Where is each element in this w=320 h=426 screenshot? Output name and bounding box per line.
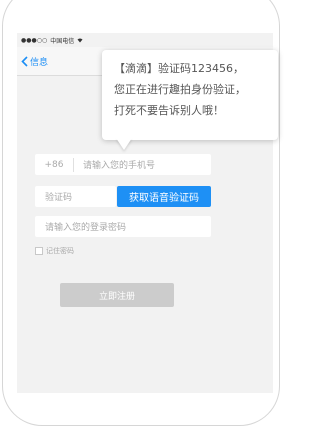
- remember-label: 记住密码: [46, 247, 74, 255]
- password-input-placeholder: 请输入您的登录密码: [45, 223, 127, 233]
- remember-checkbox[interactable]: [35, 247, 43, 255]
- verification-code-field[interactable]: 验证码: [35, 186, 116, 207]
- sms-line-3: 打死不要告诉别人哦！: [114, 104, 224, 117]
- bubble-tail: [116, 138, 132, 150]
- sms-line-2: 您正在进行趣拍身份验证，: [114, 83, 246, 96]
- carrier-label: 中国电信: [50, 37, 75, 45]
- divider: [73, 157, 74, 172]
- code-input-placeholder: 验证码: [45, 193, 73, 203]
- chevron-left-icon: [21, 55, 28, 67]
- sms-line-1: 【滴滴】验证码123456，: [114, 62, 244, 75]
- password-field[interactable]: 请输入您的登录密码: [35, 216, 211, 237]
- sms-notification-bubble: 【滴滴】验证码123456， 您正在进行趣拍身份验证， 打死不要告诉别人哦！: [102, 50, 278, 140]
- remember-password[interactable]: 记住密码: [35, 246, 74, 256]
- status-bar: ●●●○○ 中国电信: [17, 33, 273, 47]
- back-label: 信息: [30, 57, 49, 68]
- signal-strength-icon: ●●●○○: [21, 36, 48, 44]
- get-voice-code-button[interactable]: 获取语音验证码: [117, 186, 211, 207]
- phone-input-placeholder: 请输入您的手机号: [83, 161, 156, 171]
- country-code[interactable]: +86: [35, 160, 73, 170]
- register-button[interactable]: 立即注册: [60, 283, 174, 307]
- wifi-icon: [77, 38, 83, 42]
- back-button[interactable]: 信息: [21, 55, 48, 68]
- phone-number-field[interactable]: +86 请输入您的手机号: [35, 154, 211, 175]
